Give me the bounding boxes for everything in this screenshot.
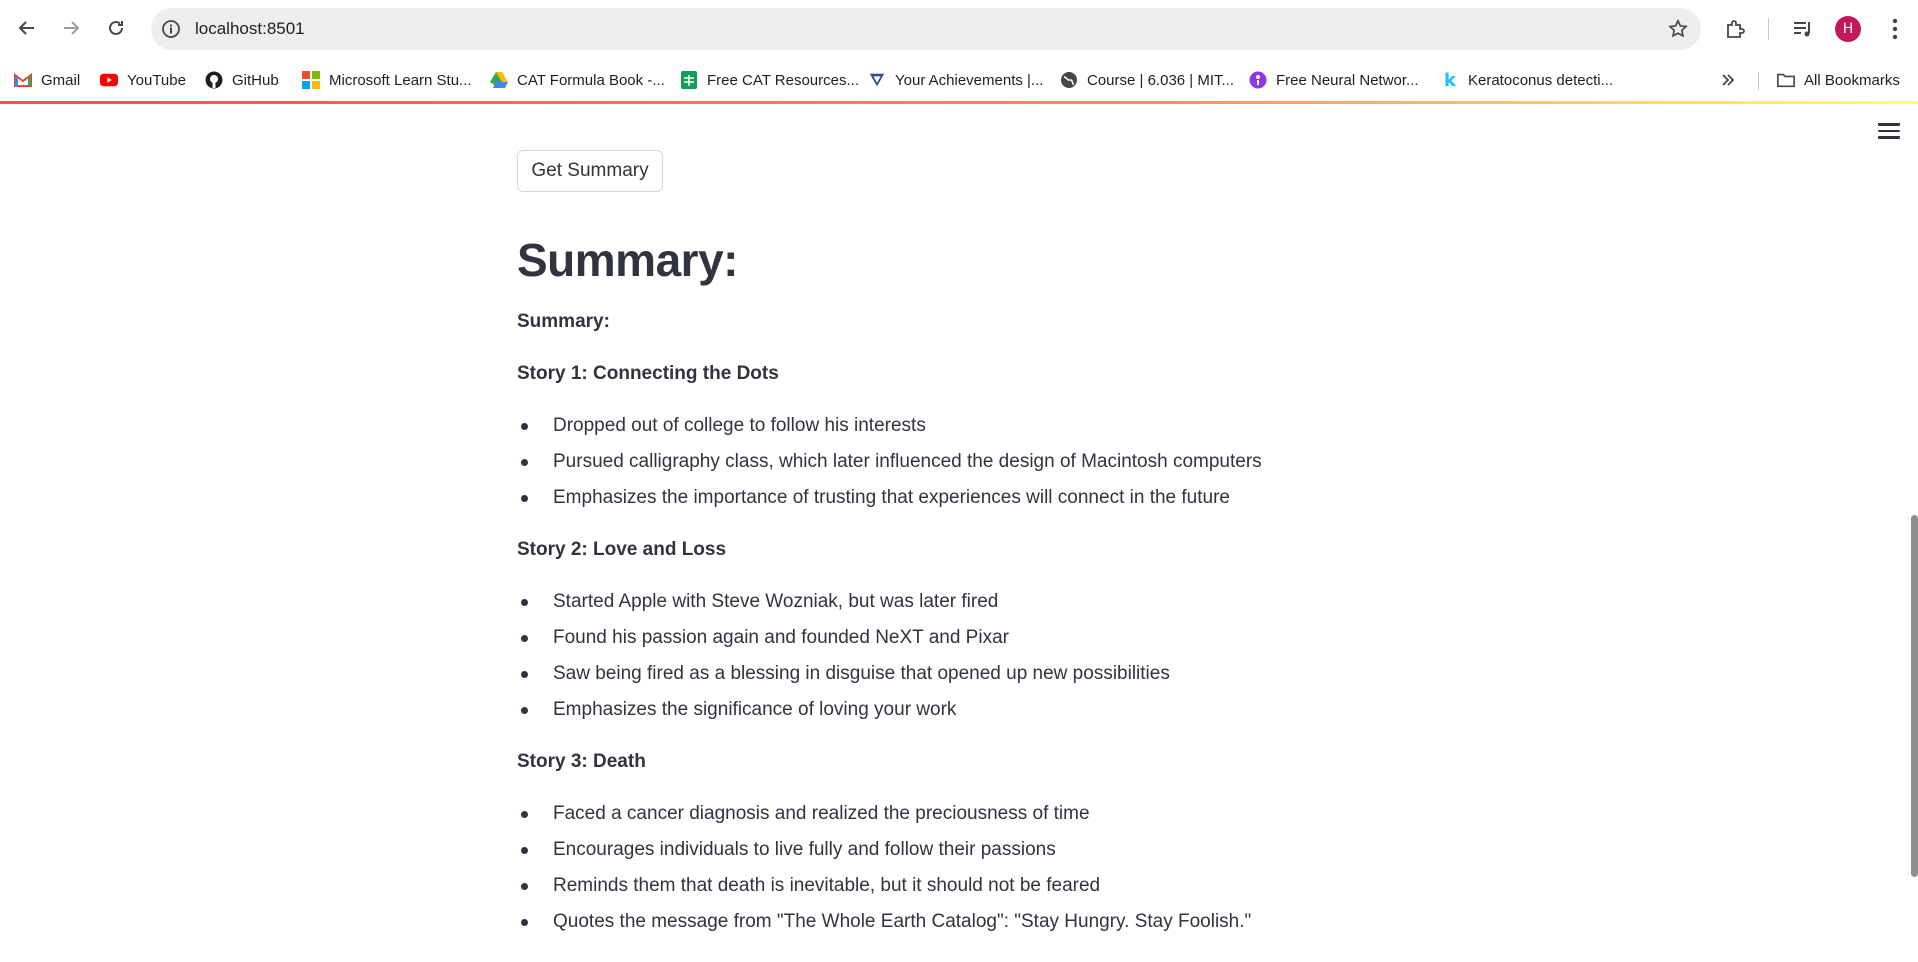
all-bookmarks-label: All Bookmarks	[1804, 71, 1900, 89]
bookmark-label: Course | 6.036 | MIT...	[1087, 71, 1235, 89]
hamburger-icon-bar	[1878, 123, 1900, 126]
neural-icon	[1249, 71, 1267, 89]
back-arrow-icon	[18, 21, 34, 35]
get-summary-button[interactable]: Get Summary	[517, 150, 663, 192]
kebab-menu-icon	[1892, 18, 1898, 40]
globe-icon	[1060, 71, 1078, 89]
list-item: Quotes the message from "The Whole Earth…	[553, 911, 1252, 932]
puzzle-icon	[1727, 20, 1745, 38]
bookmarks-bar: Gmail YouTube GitHub Microsoft Learn Stu…	[0, 58, 1918, 102]
bookmark-star-icon[interactable]	[1667, 18, 1689, 40]
bullet-marker	[521, 919, 528, 926]
browser-menu-button[interactable]	[1880, 14, 1910, 44]
list-item: Encourages individuals to live fully and…	[553, 839, 1056, 860]
list-item: Faced a cancer diagnosis and realized th…	[553, 803, 1090, 824]
list-item: Pursued calligraphy class, which later i…	[553, 451, 1262, 472]
bullet-marker	[521, 495, 528, 502]
forward-arrow-icon	[64, 21, 80, 35]
bookmark-keratoconus[interactable]: k Keratoconus detecti...	[1441, 67, 1613, 93]
media-controls-button[interactable]	[1788, 14, 1818, 44]
youtube-icon	[100, 71, 118, 89]
bookmark-gmail[interactable]: Gmail	[14, 67, 80, 93]
folder-icon	[1777, 71, 1795, 89]
list-item: Reminds them that death is inevitable, b…	[553, 875, 1101, 896]
bullet-marker	[521, 847, 528, 854]
bookmark-label: Microsoft Learn Stu...	[329, 71, 472, 89]
bookmark-label: Free Neural Networ...	[1276, 71, 1419, 89]
summary-label: Summary:	[517, 311, 610, 332]
bullet-marker	[521, 707, 528, 714]
profile-avatar[interactable]: H	[1835, 16, 1861, 42]
bookmark-label: GitHub	[232, 71, 279, 89]
bookmark-youtube[interactable]: YouTube	[100, 67, 186, 93]
media-queue-icon	[1794, 22, 1810, 37]
bookmark-github[interactable]: GitHub	[205, 67, 279, 93]
story-title: Story 1: Connecting the Dots	[517, 363, 779, 384]
app-menu-button[interactable]	[1878, 123, 1900, 141]
address-bar[interactable]: localhost:8501	[151, 8, 1701, 50]
bullet-marker	[521, 811, 528, 818]
hamburger-icon-bar	[1878, 129, 1900, 132]
list-item: Saw being fired as a blessing in disguis…	[553, 663, 1170, 684]
story-title: Story 3: Death	[517, 751, 646, 772]
more-bookmarks-button[interactable]	[1720, 67, 1736, 93]
bullet-marker	[521, 599, 528, 606]
bookmarks-divider	[1758, 72, 1759, 90]
bookmark-mit-course[interactable]: Course | 6.036 | MIT...	[1060, 67, 1234, 93]
sheets-icon	[680, 71, 698, 89]
list-item: Dropped out of college to follow his int…	[553, 415, 926, 436]
bookmark-microsoft-learn[interactable]: Microsoft Learn Stu...	[302, 67, 472, 93]
bookmark-label: Gmail	[41, 71, 81, 89]
list-item: Started Apple with Steve Wozniak, but wa…	[553, 591, 999, 612]
bullet-marker	[521, 671, 528, 678]
reload-button[interactable]	[98, 10, 134, 46]
bookmark-cat-formula[interactable]: CAT Formula Book -...	[490, 67, 665, 93]
gmail-icon	[14, 71, 32, 89]
hamburger-icon-bar	[1878, 136, 1900, 139]
bullet-marker	[521, 423, 528, 430]
bookmark-label: Free CAT Resources...	[707, 71, 859, 89]
bullet-marker	[521, 883, 528, 890]
bookmark-free-cat[interactable]: Free CAT Resources...	[680, 67, 859, 93]
bullet-marker	[521, 459, 528, 466]
bookmark-label: CAT Formula Book -...	[517, 71, 665, 89]
site-info-icon[interactable]	[161, 19, 181, 39]
extensions-button[interactable]	[1720, 14, 1750, 44]
bookmark-neural-networks[interactable]: Free Neural Networ...	[1249, 67, 1419, 93]
github-icon	[205, 71, 223, 89]
kaggle-icon: k	[1444, 69, 1456, 91]
all-bookmarks-button[interactable]: All Bookmarks	[1777, 67, 1900, 93]
app-top-decoration	[0, 101, 1918, 104]
reload-icon	[109, 20, 123, 35]
list-item: Found his passion again and founded NeXT…	[553, 627, 1009, 648]
browser-toolbar: localhost:8501 H	[0, 0, 1918, 58]
summary-heading: Summary:	[517, 234, 738, 286]
page-scrollbar[interactable]	[1911, 515, 1918, 877]
drive-icon	[490, 71, 508, 89]
bookmark-label: YouTube	[127, 71, 186, 89]
bookmark-label: Your Achievements |...	[895, 71, 1044, 89]
toolbar-divider	[1768, 18, 1769, 40]
list-item: Emphasizes the importance of trusting th…	[553, 487, 1230, 508]
bullet-marker	[521, 635, 528, 642]
microsoft-icon	[302, 71, 320, 89]
story-title: Story 2: Love and Loss	[517, 539, 727, 560]
list-item: Emphasizes the significance of loving yo…	[553, 699, 957, 720]
url-text[interactable]: localhost:8501	[195, 19, 305, 39]
double-chevron-right-icon	[1722, 74, 1735, 86]
forward-button[interactable]	[53, 10, 89, 46]
achievement-icon	[868, 71, 886, 89]
bookmark-achievements[interactable]: Your Achievements |...	[868, 67, 1043, 93]
bookmark-label: Keratoconus detecti...	[1468, 71, 1614, 89]
back-button[interactable]	[9, 10, 45, 46]
